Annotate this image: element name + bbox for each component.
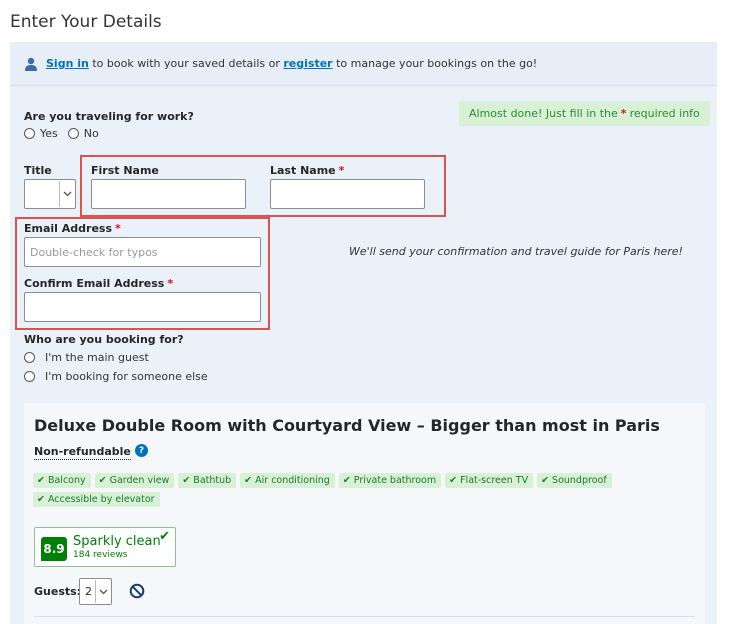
required-star: * — [115, 222, 121, 235]
first-name-field[interactable] — [91, 179, 246, 209]
work-travel-options: Yes No — [24, 127, 99, 140]
amenity-badge: ✔ Balcony — [33, 473, 91, 488]
notice-star: * — [620, 107, 627, 120]
required-star: * — [167, 277, 174, 290]
last-name-label-text: Last Name — [270, 164, 336, 177]
email-note: We'll send your confirmation and travel … — [349, 245, 683, 258]
amenity-label: Garden view — [109, 475, 170, 486]
amenity-label: Balcony — [47, 475, 86, 486]
required-star: * — [338, 164, 345, 177]
amenity-badge: ✔ Garden view — [94, 473, 175, 488]
register-link[interactable]: register — [283, 57, 332, 70]
register-text: to manage your bookings on the go! — [332, 57, 538, 70]
divider — [34, 616, 695, 617]
check-icon: ✔ — [182, 475, 191, 486]
page-title: Enter Your Details — [10, 12, 162, 32]
amenity-label: Soundproof — [552, 475, 607, 486]
confirm-email-field[interactable] — [24, 292, 261, 322]
review-score: 8.9 — [41, 537, 67, 561]
check-icon: ✔ — [541, 475, 550, 486]
signin-text: to book with your saved details or — [88, 57, 284, 70]
title-select[interactable] — [24, 179, 76, 209]
confirm-email-label: Confirm Email Address * — [24, 277, 173, 290]
notice-text-after: required info — [629, 107, 700, 120]
radio-no[interactable] — [67, 128, 79, 139]
review-score-box: 8.9 Sparkly clean 184 reviews ✔ — [34, 527, 176, 567]
check-icon: ✔ — [37, 475, 45, 486]
chevron-down-icon — [95, 580, 110, 603]
no-smoking-icon — [129, 583, 145, 599]
confirm-email-label-text: Confirm Email Address — [24, 277, 165, 290]
radio-someone-else-label: I'm booking for someone else — [45, 370, 208, 383]
signin-bar: Sign in to book with your saved details … — [10, 42, 717, 86]
amenity-badge: ✔ Flat-screen TV — [445, 473, 534, 488]
booking-for-question: Who are you booking for? — [24, 333, 184, 346]
check-icon: ✔ — [37, 494, 45, 505]
email-field[interactable]: Double-check for typos — [24, 237, 261, 267]
radio-someone-else[interactable] — [24, 371, 35, 382]
radio-main-guest-label: I'm the main guest — [45, 351, 149, 364]
notice-text: Almost done! Just fill in the — [469, 107, 618, 120]
check-icon: ✔ — [449, 475, 458, 486]
amenity-badge: ✔ Bathtub — [178, 473, 237, 488]
booking-for-option-main[interactable]: I'm the main guest — [24, 351, 149, 364]
first-name-label: First Name — [91, 164, 159, 177]
check-icon: ✔ — [98, 475, 107, 486]
title-label: Title — [24, 164, 52, 177]
review-word: Sparkly clean — [73, 534, 161, 549]
amenity-badge: ✔ Accessible by elevator — [33, 492, 160, 507]
last-name-label: Last Name * — [270, 164, 344, 177]
check-icon: ✔ — [342, 475, 351, 486]
amenity-badge: ✔ Air conditioning — [240, 473, 335, 488]
booking-for-option-other[interactable]: I'm booking for someone else — [24, 370, 208, 383]
amenity-label: Air conditioning — [255, 475, 330, 486]
room-title: Deluxe Double Room with Courtyard View –… — [34, 416, 660, 435]
amenity-badge: ✔ Soundproof — [537, 473, 612, 488]
check-icon: ✔ — [159, 529, 170, 544]
radio-yes-label: Yes — [40, 127, 58, 140]
question-icon[interactable]: ? — [135, 444, 148, 457]
work-travel-question: Are you traveling for work? — [24, 110, 194, 123]
chevron-down-icon — [59, 181, 74, 207]
signin-link[interactable]: Sign in — [46, 57, 89, 70]
amenity-label: Flat-screen TV — [460, 475, 529, 486]
user-icon — [25, 57, 37, 71]
email-label: Email Address * — [24, 222, 121, 235]
email-label-text: Email Address — [24, 222, 113, 235]
check-icon: ✔ — [244, 475, 253, 486]
guests-select[interactable]: 2 — [79, 578, 112, 605]
radio-main-guest[interactable] — [24, 352, 35, 363]
review-count: 184 reviews — [73, 550, 128, 560]
amenity-label: Accessible by elevator — [47, 494, 155, 505]
room-card — [24, 403, 705, 624]
amenity-label: Private bathroom — [353, 475, 437, 486]
email-placeholder: Double-check for typos — [30, 245, 158, 259]
required-notice: Almost done! Just fill in the * required… — [459, 101, 710, 126]
guests-value: 2 — [85, 585, 92, 598]
last-name-field[interactable] — [270, 179, 425, 209]
guests-label: Guests: — [34, 585, 82, 598]
amenity-label: Bathtub — [193, 475, 232, 486]
radio-no-label: No — [83, 127, 99, 140]
radio-yes[interactable] — [24, 128, 35, 139]
amenity-list: ✔ Balcony ✔ Garden view ✔ Bathtub ✔ Air cond… — [33, 473, 633, 507]
amenity-badge: ✔ Private bathroom — [338, 473, 442, 488]
refund-policy[interactable]: Non-refundable — [34, 445, 131, 460]
